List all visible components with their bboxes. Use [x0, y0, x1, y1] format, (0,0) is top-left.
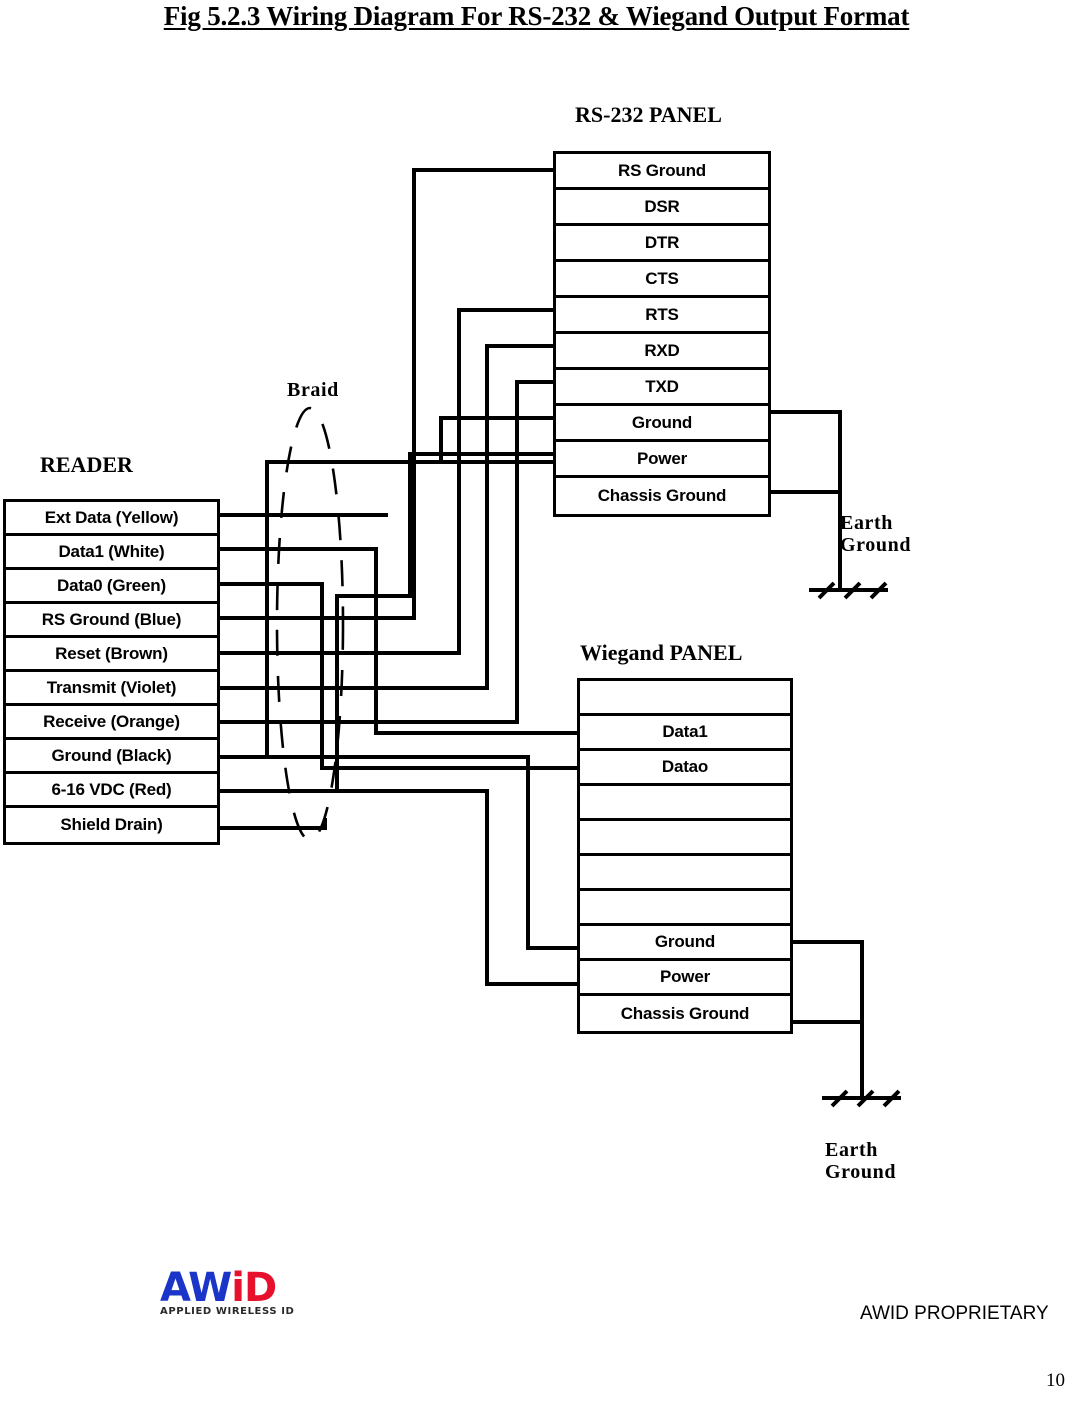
wiegand-row-1[interactable]: [580, 681, 790, 716]
earth-ground-label-top: Earth Ground: [840, 512, 912, 557]
wire-data1-wiegand: [220, 547, 577, 735]
wire-receive-txd: [220, 380, 553, 724]
wire-transmit-rxd: [220, 344, 553, 690]
rs232-row-txd[interactable]: TXD: [556, 370, 768, 406]
reader-row-data0[interactable]: Data0 (Green): [6, 570, 217, 604]
braid-outline: [275, 406, 345, 842]
wiegand-row-data1[interactable]: Data1: [580, 716, 790, 751]
reader-row-data1[interactable]: Data1 (White): [6, 536, 217, 570]
braid-label: Braid: [287, 379, 339, 401]
wire-ground-wiegand: [220, 755, 577, 950]
wire-rs-ground: [220, 168, 553, 620]
rs232-row-power[interactable]: Power: [556, 442, 768, 478]
proprietary-notice: AWID PROPRIETARY: [860, 1303, 1049, 1324]
wiegand-row-power[interactable]: Power: [580, 961, 790, 996]
awid-logo: AWiD APPLIED WIRELESS ID: [160, 1268, 340, 1330]
wiegand-row-5[interactable]: [580, 821, 790, 856]
wiegand-row-7[interactable]: [580, 891, 790, 926]
wire-ground-rs232: [439, 416, 553, 462]
wiegand-row-chassis-ground[interactable]: Chassis Ground: [580, 996, 790, 1031]
awid-logo-tagline: APPLIED WIRELESS ID: [160, 1306, 295, 1317]
wire-shield-drain-free-end: [220, 818, 327, 830]
page-number: 10: [1046, 1370, 1065, 1391]
reader-row-ext-data[interactable]: Ext Data (Yellow): [6, 502, 217, 536]
reader-row-ground[interactable]: Ground (Black): [6, 740, 217, 774]
wiegand-panel: Data1 Datao Ground Power Chassis Ground: [577, 678, 793, 1034]
earth-ground-symbol-top: [809, 581, 888, 600]
reader-row-receive[interactable]: Receive (Orange): [6, 706, 217, 740]
awid-logo-aw: AW: [160, 1265, 232, 1311]
wiegand-panel-heading: Wiegand PANEL: [580, 640, 743, 665]
wire-rs232-earth-riser: [771, 410, 842, 590]
rs232-panel-heading: RS-232 PANEL: [575, 102, 722, 127]
wiegand-row-4[interactable]: [580, 786, 790, 821]
rs232-row-dtr[interactable]: DTR: [556, 226, 768, 262]
wiegand-row-6[interactable]: [580, 856, 790, 891]
wire-wiegand-earth-riser: [793, 940, 864, 1098]
reader-panel: Ext Data (Yellow) Data1 (White) Data0 (G…: [3, 499, 220, 845]
page-title: Fig 5.2.3 Wiring Diagram For RS-232 & Wi…: [163, 1, 910, 31]
wire-reset-rts: [220, 308, 553, 655]
rs232-row-cts[interactable]: CTS: [556, 262, 768, 298]
rs232-row-chassis-ground[interactable]: Chassis Ground: [556, 478, 768, 514]
reader-row-reset[interactable]: Reset (Brown): [6, 638, 217, 672]
awid-logo-id: iD: [231, 1265, 277, 1311]
wiegand-row-ground[interactable]: Ground: [580, 926, 790, 961]
reader-row-transmit[interactable]: Transmit (Violet): [6, 672, 217, 706]
earth-ground-symbol-bottom: [822, 1089, 901, 1108]
reader-row-shield-drain[interactable]: Shield Drain): [6, 808, 217, 842]
rs232-row-rts[interactable]: RTS: [556, 298, 768, 334]
diagram-page: Fig 5.2.3 Wiring Diagram For RS-232 & Wi…: [0, 0, 1073, 1411]
rs232-row-ground[interactable]: Ground: [556, 406, 768, 442]
reader-row-rs-ground[interactable]: RS Ground (Blue): [6, 604, 217, 638]
reader-row-vdc[interactable]: 6-16 VDC (Red): [6, 774, 217, 808]
wire-ground-black-bus: [220, 460, 553, 759]
reader-panel-heading: READER: [40, 452, 133, 477]
awid-logo-wordmark: AWiD: [160, 1268, 340, 1308]
earth-ground-label-bottom: Earth Ground: [825, 1139, 897, 1184]
rs232-panel: RS Ground DSR DTR CTS RTS RXD TXD Ground…: [553, 151, 771, 517]
rs232-row-rxd[interactable]: RXD: [556, 334, 768, 370]
wire-power-wiegand: [220, 789, 577, 986]
wiegand-row-datao[interactable]: Datao: [580, 751, 790, 786]
rs232-row-dsr[interactable]: DSR: [556, 190, 768, 226]
wire-data0-wiegand: [220, 582, 577, 770]
wire-power-rs232: [220, 452, 553, 793]
rs232-row-rs-ground[interactable]: RS Ground: [556, 154, 768, 190]
